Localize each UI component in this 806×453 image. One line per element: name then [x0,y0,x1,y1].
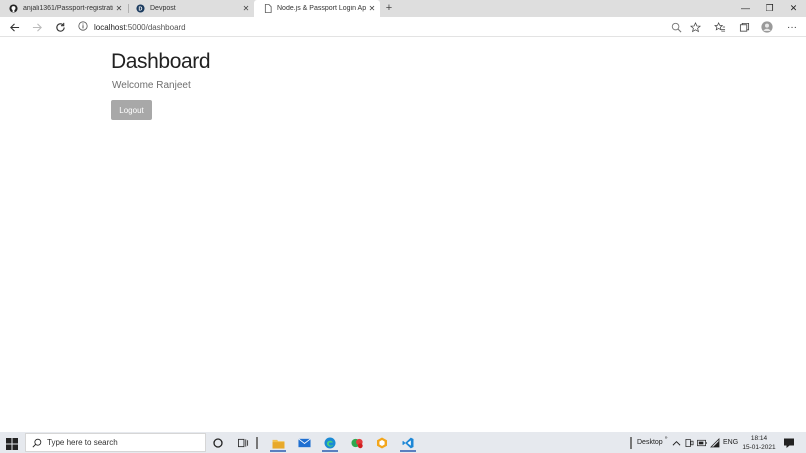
edge-browser-icon[interactable] [320,434,340,452]
svg-text:D: D [139,6,143,12]
clock-time: 18:14 [750,435,768,442]
battery-icon[interactable] [697,432,707,453]
desktop-toolbar[interactable]: Desktop » [630,432,667,453]
info-icon[interactable] [78,18,88,36]
new-tab-icon[interactable]: + [383,2,395,14]
vscode-icon[interactable] [398,434,418,452]
clock-date: 15-01-2021 [742,444,776,451]
address-bar-row: localhost:5000/dashboard ··· [0,17,806,37]
restore-icon[interactable]: ❐ [757,0,782,17]
tab-title: anjali1361/Passport-registration [23,5,113,12]
tab-github[interactable]: anjali1361/Passport-registration ✕ [0,0,127,17]
logout-button[interactable]: Logout [111,100,152,120]
address-field[interactable]: localhost:5000/dashboard [78,19,708,35]
welcome-message: Welcome Ranjeet [112,80,191,91]
tab-title: Node.js & Passport Login App [277,5,366,12]
tab-login-app[interactable]: Node.js & Passport Login App ✕ [254,0,380,17]
chat-app-icon[interactable] [347,434,367,452]
more-menu-icon[interactable]: ··· [785,20,799,34]
url-text[interactable]: localhost:5000/dashboard [94,23,186,32]
taskbar-search-box[interactable]: Type here to search [25,433,206,452]
windows-start-icon[interactable] [6,437,18,450]
page-icon [263,4,272,13]
collections-icon[interactable] [737,20,751,34]
windows-taskbar: Type here to search Desktop » ENG 18:14 … [0,432,806,453]
page-title: Dashboard [111,50,211,73]
language-indicator[interactable]: ENG [723,432,738,453]
refresh-icon[interactable] [53,20,67,34]
zoom-icon[interactable] [669,20,683,34]
device-icon[interactable] [685,432,694,453]
wifi-icon[interactable] [710,432,720,453]
tab-title: Devpost [150,5,176,12]
tab-devpost[interactable]: D Devpost ✕ [127,0,254,17]
browser-window: anjali1361/Passport-registration ✕ D Dev… [0,0,806,453]
back-icon[interactable] [7,20,21,34]
system-clock[interactable]: 18:14 15-01-2021 [741,434,777,452]
notification-icon[interactable] [783,436,795,448]
desktop-label: Desktop [637,439,663,446]
profile-avatar-icon[interactable] [760,20,774,34]
office-hub-icon[interactable] [372,434,392,452]
favorites-icon[interactable] [713,20,727,34]
github-icon [9,4,18,13]
forward-icon[interactable] [30,20,44,34]
minimize-icon[interactable]: — [733,0,758,17]
show-hidden-icons-icon[interactable] [672,432,681,453]
page-content: Dashboard Welcome Ranjeet Logout [0,38,806,432]
mail-icon[interactable] [294,434,314,452]
taskbar-divider [250,434,264,452]
file-explorer-icon[interactable] [268,434,288,452]
close-window-icon[interactable]: ✕ [781,0,806,17]
expand-toolbar-icon[interactable]: » [665,435,668,441]
close-icon[interactable]: ✕ [113,4,125,13]
close-icon[interactable]: ✕ [240,4,252,13]
tab-strip: anjali1361/Passport-registration ✕ D Dev… [0,0,806,17]
devpost-icon: D [136,4,145,13]
search-placeholder: Type here to search [47,438,118,447]
close-icon[interactable]: ✕ [366,4,378,13]
cortana-icon[interactable] [208,434,228,452]
search-icon [32,438,42,448]
favorite-star-icon[interactable] [688,20,702,34]
